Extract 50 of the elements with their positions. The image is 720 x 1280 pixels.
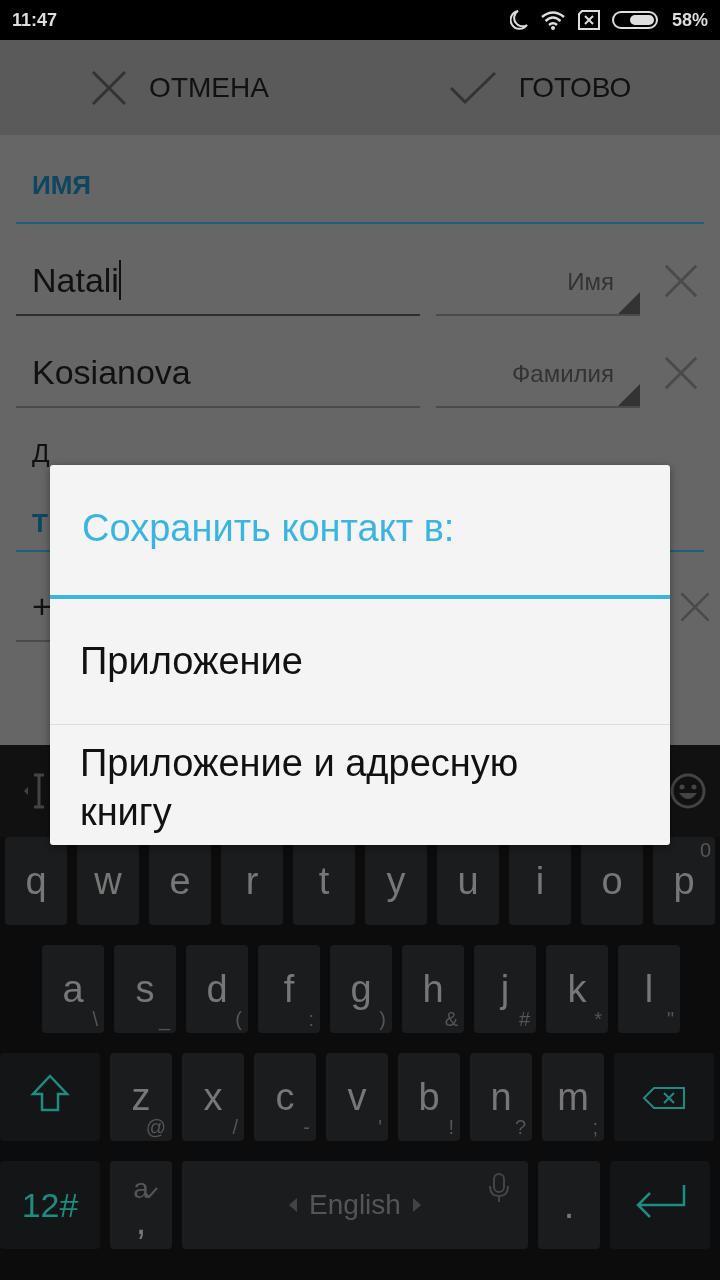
keyboard-key[interactable]: p 0 bbox=[653, 837, 715, 925]
microphone-icon bbox=[488, 1173, 510, 1203]
keyboard-key[interactable]: z @ bbox=[110, 1053, 172, 1141]
dropdown-corner-icon bbox=[618, 292, 640, 314]
keyboard-key[interactable]: k * bbox=[546, 945, 608, 1033]
close-icon bbox=[91, 69, 128, 106]
left-arrow-icon bbox=[289, 1198, 298, 1212]
keyboard-key[interactable]: x / bbox=[182, 1053, 244, 1141]
dialog-option[interactable]: Приложение и адресную книгу bbox=[50, 724, 670, 845]
keyboard-key[interactable]: c - bbox=[254, 1053, 316, 1141]
checkmark-icon bbox=[448, 70, 497, 105]
keyboard-key[interactable]: b ! bbox=[398, 1053, 460, 1141]
keyboard-key[interactable]: g ) bbox=[330, 945, 392, 1033]
section-header: Т bbox=[32, 508, 48, 539]
backspace-icon bbox=[642, 1085, 686, 1110]
enter-icon bbox=[634, 1182, 686, 1219]
keyboard-key[interactable]: a , bbox=[110, 1161, 172, 1249]
wifi-icon bbox=[539, 10, 566, 30]
keyboard-key[interactable]: d ( bbox=[186, 945, 248, 1033]
shift-icon bbox=[30, 1073, 70, 1112]
space-key[interactable]: English bbox=[182, 1161, 528, 1249]
done-button[interactable]: ГОТОВО bbox=[360, 40, 720, 135]
section-header: ИМЯ bbox=[32, 170, 92, 201]
text-field[interactable]: Natali bbox=[16, 260, 420, 316]
clock: 11:47 bbox=[12, 9, 58, 31]
keyboard-key[interactable]: m ; bbox=[542, 1053, 604, 1141]
keyboard-key[interactable]: l " bbox=[618, 945, 680, 1033]
text-field[interactable]: Kosianova bbox=[16, 353, 420, 408]
dropdown-corner-icon bbox=[618, 384, 640, 406]
field-label: Д bbox=[31, 437, 51, 470]
keyboard-key[interactable]: a \ bbox=[42, 945, 104, 1033]
dialog-title: Сохранить контакт в: bbox=[81, 506, 456, 551]
keyboard-key[interactable]: s _ bbox=[114, 945, 176, 1033]
keyboard-key[interactable]: f : bbox=[258, 945, 320, 1033]
keyboard-key[interactable]: h & bbox=[402, 945, 464, 1033]
keyboard-key[interactable]: . bbox=[538, 1161, 600, 1249]
keyboard-key[interactable]: v ' bbox=[326, 1053, 388, 1141]
enter-key[interactable] bbox=[610, 1161, 710, 1249]
keyboard-key[interactable]: j # bbox=[474, 945, 536, 1033]
symbols-key[interactable]: 12# bbox=[0, 1161, 100, 1249]
cancel-button[interactable]: ОТМЕНА bbox=[0, 40, 360, 135]
battery-percent: 58% bbox=[671, 9, 708, 31]
shift-key[interactable] bbox=[0, 1053, 100, 1141]
keyboard-key[interactable]: q bbox=[5, 837, 67, 925]
backspace-key[interactable] bbox=[614, 1053, 714, 1141]
battery-icon bbox=[611, 10, 660, 30]
keyboard-key[interactable]: n ? bbox=[470, 1053, 532, 1141]
right-arrow-icon bbox=[412, 1198, 421, 1212]
moon-icon bbox=[509, 10, 528, 30]
sim-icon bbox=[577, 10, 600, 30]
